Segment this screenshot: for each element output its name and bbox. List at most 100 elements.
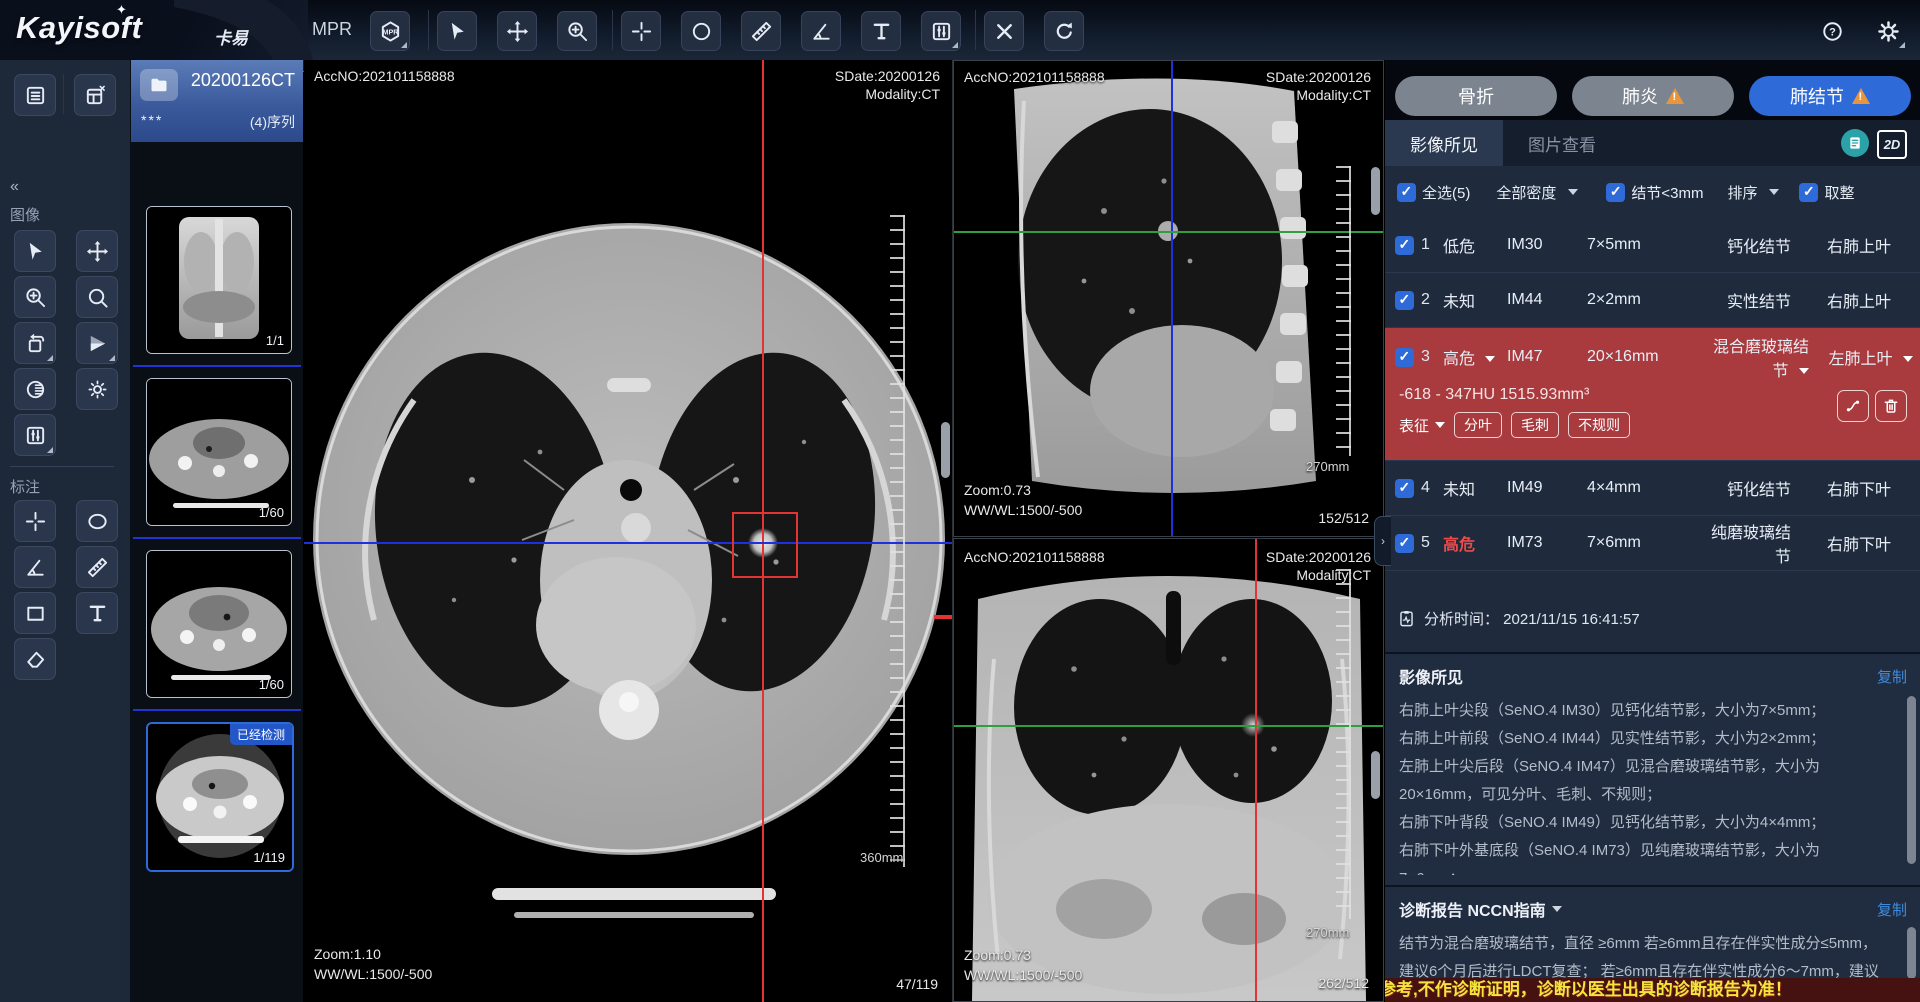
eraser-annotation-button[interactable] — [14, 638, 56, 680]
analysis-time-text: 分析时间： 2021/11/15 16:41:57 — [1424, 608, 1640, 629]
invert-contrast-tool-button[interactable] — [14, 368, 56, 410]
nodule-roi-box[interactable] — [732, 512, 798, 578]
nodule-row-3-selected[interactable]: 3 高危 IM47 20×16mm 混合磨玻璃结节 左肺上叶 — [1385, 328, 1920, 461]
accession-number: AccNO:202101158888 — [964, 69, 1105, 85]
zoom-tool-button[interactable] — [557, 11, 597, 51]
rotate-flip-tool-button[interactable] — [14, 322, 56, 364]
report-scrollbar[interactable] — [1907, 927, 1916, 979]
cine-play-tool-button[interactable] — [76, 322, 118, 364]
sagittal-scroll-handle[interactable] — [1371, 167, 1380, 215]
window-level-button[interactable] — [921, 11, 961, 51]
report-title-dropdown[interactable]: 诊断报告 NCCN指南 — [1399, 897, 1562, 921]
nodule-row-2[interactable]: 2 未知 IM44 2×2mm 实性结节 右肺上叶 — [1385, 273, 1920, 328]
2d-3d-toggle-icon[interactable]: 2D — [1877, 130, 1907, 159]
tab-image-view[interactable]: 图片查看 — [1503, 120, 1621, 166]
structured-report-icon[interactable] — [1841, 129, 1869, 157]
reset-view-button[interactable] — [1044, 11, 1084, 51]
axial-scroll-handle[interactable] — [941, 422, 950, 478]
findings-scrollbar[interactable] — [1907, 696, 1916, 864]
brightness-tool-button[interactable] — [76, 368, 118, 410]
sagittal-viewport[interactable]: AccNO:202101158888 SDate:20200126 Modali… — [953, 60, 1384, 537]
text-annotation-button[interactable] — [76, 592, 118, 634]
nodule-checkbox[interactable] — [1395, 348, 1414, 367]
study-date: SDate:20200126 — [835, 68, 940, 84]
crosshair-tool-button[interactable] — [621, 11, 661, 51]
copy-findings-button[interactable]: 复制 — [1877, 666, 1907, 687]
checkbox-checked-icon[interactable] — [1397, 183, 1416, 202]
checkbox-checked-icon[interactable] — [1606, 183, 1625, 202]
follow-up-track-button[interactable] — [1837, 390, 1869, 422]
round-values-checkbox[interactable]: 取整 — [1799, 182, 1854, 203]
density-filter-dropdown[interactable]: 全部密度 — [1496, 182, 1578, 203]
window-presets-button[interactable] — [14, 414, 56, 456]
ellipse-annotation-button[interactable] — [76, 500, 118, 542]
delete-nodule-button[interactable] — [1875, 390, 1907, 422]
coronal-crosshair-vertical[interactable] — [1255, 539, 1257, 1001]
series-thumbnail-ct-2[interactable]: 1/60 — [146, 550, 292, 698]
image-number: IM73 — [1507, 534, 1587, 552]
task-fracture-button[interactable]: 骨折 — [1395, 76, 1557, 116]
pan-tool-button[interactable] — [497, 11, 537, 51]
ruler-annotation-button[interactable] — [76, 546, 118, 588]
axial-crosshair-horizontal[interactable] — [304, 542, 952, 544]
mpr-layout-button[interactable]: MPR — [370, 11, 410, 51]
small-nodule-checkbox[interactable]: 结节<3mm — [1606, 182, 1703, 203]
angle-tool-button[interactable] — [801, 11, 841, 51]
risk-level-dropdown[interactable]: 高危 — [1443, 345, 1507, 369]
select-all-checkbox[interactable]: 全选(5) — [1397, 182, 1470, 203]
nodule-checkbox[interactable] — [1395, 479, 1414, 498]
chevron-down-icon — [1435, 422, 1445, 428]
nodule-checkbox[interactable] — [1395, 291, 1414, 310]
series-list-button[interactable] — [14, 74, 56, 116]
nodule-checkbox[interactable] — [1395, 534, 1414, 553]
close-layout-button[interactable] — [74, 74, 116, 116]
magnify-tool-button[interactable] — [76, 276, 118, 318]
sagittal-crosshair-vertical[interactable] — [1171, 61, 1173, 536]
open-study-folder-button[interactable] — [140, 69, 178, 101]
coronal-viewport[interactable]: AccNO:202101158888 SDate:20200126 Modali… — [953, 538, 1384, 1002]
help-button[interactable]: ? — [1812, 11, 1852, 51]
nodule-checkbox[interactable] — [1395, 236, 1414, 255]
nodule-row-3-main[interactable]: 3 高危 IM47 20×16mm 混合磨玻璃结节 左肺上叶 — [1385, 328, 1920, 380]
axial-viewport[interactable]: AccNO:202101158888 SDate:20200126 Modali… — [304, 60, 953, 1002]
ruler-tool-button[interactable] — [741, 11, 781, 51]
pointer-tool-button[interactable] — [14, 230, 56, 272]
coronal-scroll-handle[interactable] — [1371, 751, 1380, 799]
thumbnail-slice-count: 1/119 — [253, 850, 285, 865]
trait-dropdown[interactable]: 表征 — [1399, 415, 1445, 436]
task-pneumonia-button[interactable]: 肺炎 — [1572, 76, 1734, 116]
text-annotation-button[interactable] — [861, 11, 901, 51]
series-thumbnail-scout[interactable]: 1/1 — [146, 206, 292, 354]
lung-lobe-dropdown[interactable]: 左肺上叶 — [1817, 345, 1920, 369]
ellipse-tool-button[interactable] — [681, 11, 721, 51]
nodule-row-1[interactable]: 1 低危 IM30 7×5mm 钙化结节 右肺上叶 — [1385, 218, 1920, 273]
checkbox-checked-icon[interactable] — [1799, 183, 1818, 202]
panel-expand-handle[interactable]: › — [1374, 516, 1391, 566]
trait-tag-lobulated[interactable]: 分叶 — [1454, 412, 1502, 438]
task-lung-nodule-button[interactable]: 肺结节 — [1749, 76, 1911, 116]
lung-lobe: 左肺上叶 — [1829, 351, 1893, 368]
sagittal-crosshair-horizontal[interactable] — [954, 231, 1383, 233]
coronal-crosshair-horizontal[interactable] — [954, 725, 1383, 727]
pointer-tool-button[interactable] — [437, 11, 477, 51]
copy-report-button[interactable]: 复制 — [1877, 899, 1907, 920]
sort-dropdown[interactable]: 排序 — [1727, 182, 1779, 203]
delete-annotation-button[interactable] — [984, 11, 1024, 51]
collapse-sidebar-icon[interactable]: « — [10, 178, 19, 196]
pan-tool-button[interactable] — [76, 230, 118, 272]
series-thumbnail-ct-1[interactable]: 1/60 — [146, 378, 292, 526]
nodule-type-dropdown[interactable]: 混合磨玻璃结节 — [1707, 333, 1817, 381]
settings-gear-button[interactable] — [1868, 11, 1908, 51]
trait-tag-irregular[interactable]: 不规则 — [1568, 412, 1630, 438]
angle-annotation-button[interactable] — [14, 546, 56, 588]
nodule-row-5[interactable]: 5 高危 IM73 7×6mm 纯磨玻璃结节 右肺下叶 — [1385, 516, 1920, 571]
thumbnail-slice-count: 1/60 — [259, 505, 284, 520]
rectangle-annotation-button[interactable] — [14, 592, 56, 634]
tab-imaging-findings[interactable]: 影像所见 — [1385, 120, 1503, 166]
series-thumbnail-ct-detected[interactable]: 已经检测 1/119 — [146, 722, 294, 872]
nodule-row-4[interactable]: 4 未知 IM49 4×4mm 钙化结节 右肺下叶 — [1385, 461, 1920, 516]
zoom-in-tool-button[interactable] — [14, 276, 56, 318]
crosshair-annotation-button[interactable] — [14, 500, 56, 542]
trait-tag-spiculated[interactable]: 毛刺 — [1511, 412, 1559, 438]
tab-label: 影像所见 — [1410, 131, 1478, 156]
